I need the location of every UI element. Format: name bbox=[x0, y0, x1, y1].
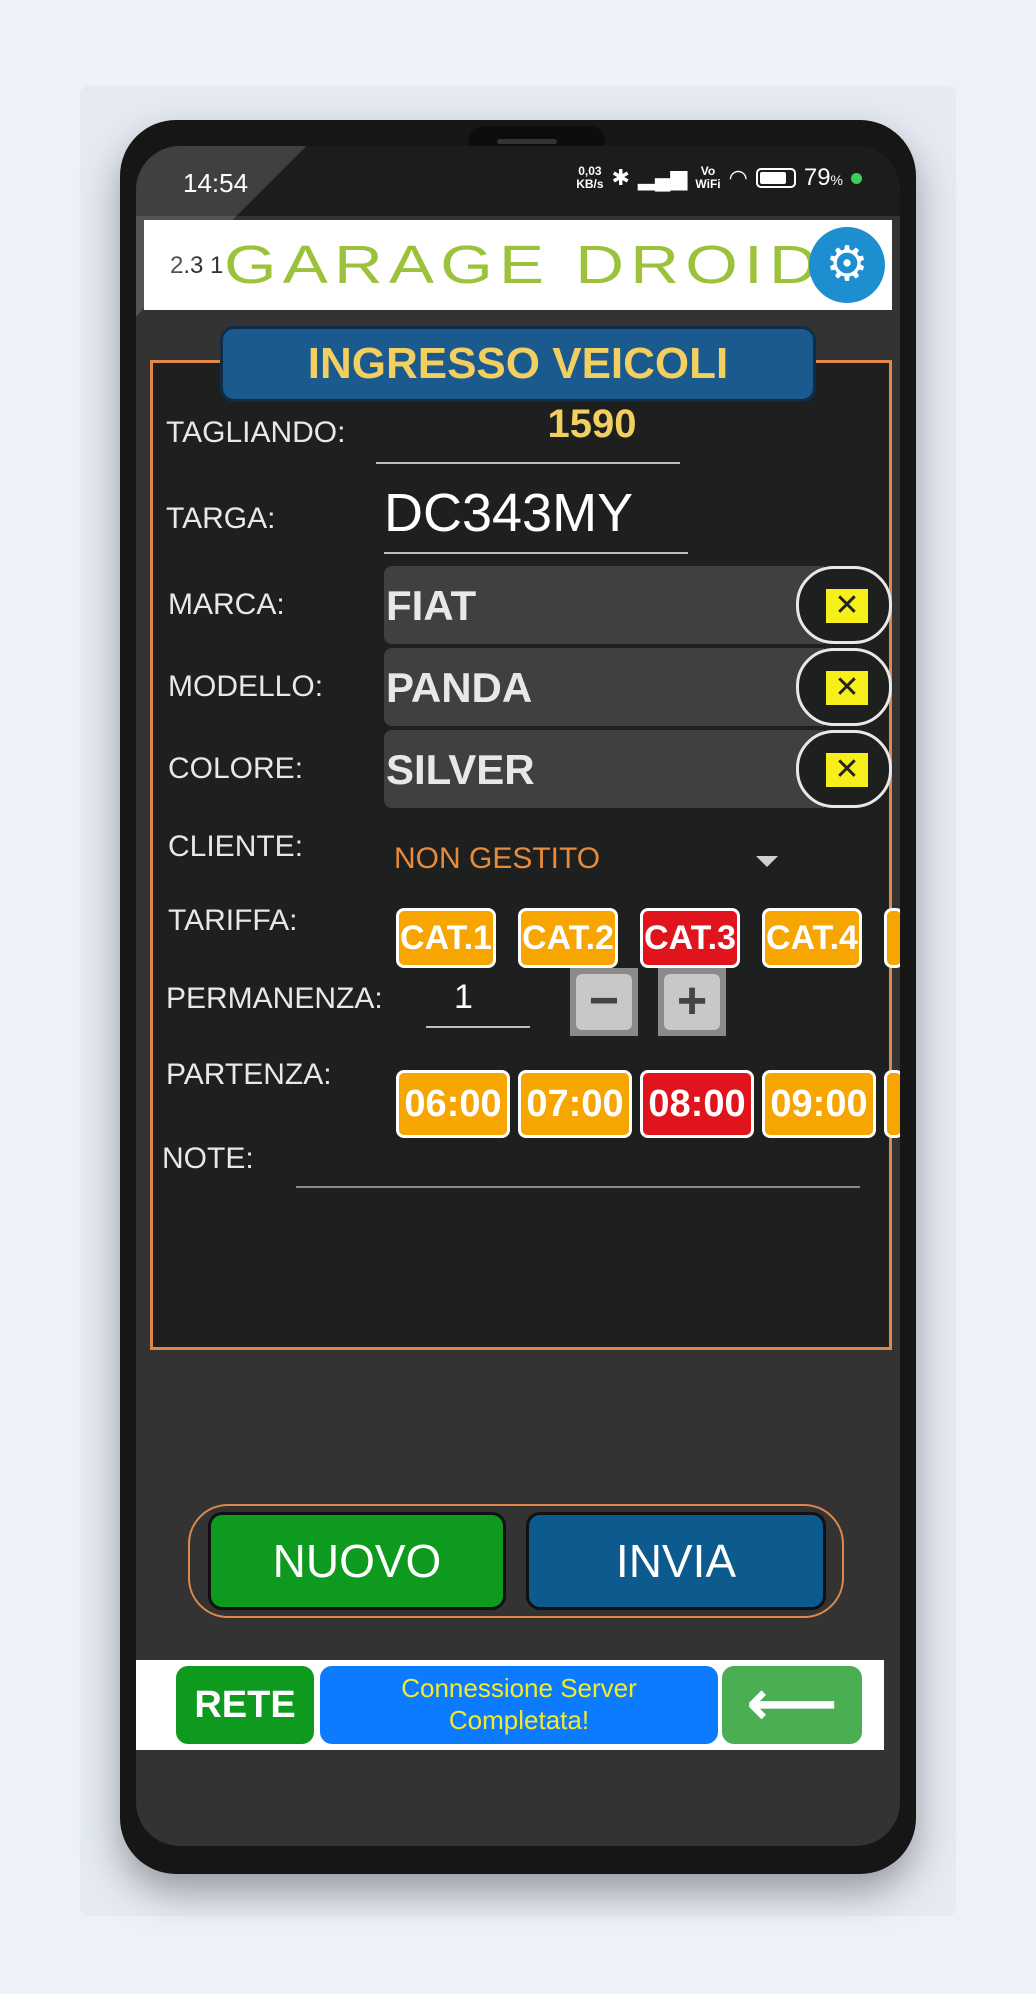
connection-status: Connessione Server Completata! bbox=[320, 1666, 718, 1744]
app-screen: 14:54 0,03 KB/s ✱ ▂▄▆ Vo WiFi ◠ 79% 2.3 1 … bbox=[136, 146, 900, 1846]
close-icon: ✕ bbox=[826, 671, 868, 705]
net-speed: 0,03 KB/s bbox=[576, 164, 604, 191]
status-time: 14:54 bbox=[183, 168, 249, 198]
note-label: NOTE: bbox=[162, 1142, 254, 1175]
partenza-label: PARTENZA: bbox=[166, 1058, 332, 1091]
note-underline bbox=[296, 1186, 860, 1188]
modello-label: MODELLO: bbox=[168, 670, 324, 703]
garage-droid-logo: GARAGE DROID bbox=[223, 235, 825, 295]
tagliando-underline bbox=[376, 462, 680, 464]
gear-icon: ⚙ bbox=[825, 238, 869, 291]
invia-button[interactable]: INVIA bbox=[526, 1512, 826, 1610]
back-button[interactable]: ⟵ bbox=[722, 1666, 862, 1744]
privacy-dot-icon bbox=[851, 172, 862, 184]
partenza-chip-0800[interactable]: 08:00 bbox=[640, 1070, 754, 1138]
targa-underline bbox=[384, 552, 688, 554]
battery-icon bbox=[755, 168, 796, 188]
clear-modello-button[interactable]: ✕ bbox=[796, 648, 892, 726]
tariffa-chip-cat2[interactable]: CAT.2 bbox=[518, 908, 618, 968]
chevron-down-icon bbox=[756, 856, 778, 867]
permanenza-label: PERMANENZA: bbox=[166, 982, 383, 1015]
clear-marca-button[interactable]: ✕ bbox=[796, 566, 892, 644]
colore-label: COLORE: bbox=[168, 752, 304, 785]
plus-icon: + bbox=[664, 974, 720, 1030]
minus-icon: − bbox=[576, 974, 632, 1030]
tariffa-chip-cat4[interactable]: CAT.4 bbox=[762, 908, 862, 968]
form-title: INGRESSO VEICOLI bbox=[220, 326, 816, 402]
wifi-icon: ◠ bbox=[728, 165, 748, 190]
arrow-left-icon: ⟵ bbox=[746, 1667, 838, 1739]
colore-value: SILVER bbox=[386, 746, 535, 793]
targa-label: TARGA: bbox=[166, 502, 276, 535]
vowifi-icon: Vo WiFi bbox=[695, 164, 721, 191]
close-icon: ✕ bbox=[826, 589, 868, 623]
tagliando-label: TAGLIANDO: bbox=[166, 416, 346, 449]
status-icons: 0,03 KB/s ✱ ▂▄▆ Vo WiFi ◠ 79% bbox=[576, 164, 862, 192]
tariffa-label: TARIFFA: bbox=[168, 904, 298, 937]
phone-frame: 14:54 0,03 KB/s ✱ ▂▄▆ Vo WiFi ◠ 79% 2.3 1 … bbox=[120, 120, 916, 1874]
connection-status-line1: Connessione Server bbox=[401, 1673, 637, 1703]
footer-bar: RETE Connessione Server Completata! ⟵ bbox=[136, 1660, 884, 1750]
bluetooth-icon: ✱ bbox=[611, 165, 630, 190]
tariffa-chip-overflow[interactable] bbox=[884, 908, 900, 968]
status-bar: 14:54 0,03 KB/s ✱ ▂▄▆ Vo WiFi ◠ 79% bbox=[136, 146, 900, 216]
marca-field[interactable]: FIAT bbox=[384, 566, 824, 644]
modello-field[interactable]: PANDA bbox=[384, 648, 824, 726]
partenza-chip-0700[interactable]: 07:00 bbox=[518, 1070, 632, 1138]
clear-colore-button[interactable]: ✕ bbox=[796, 730, 892, 808]
tariffa-chip-cat3[interactable]: CAT.3 bbox=[640, 908, 740, 968]
permanenza-value: 1 bbox=[454, 978, 473, 1016]
modello-value: PANDA bbox=[386, 664, 533, 711]
decrement-button[interactable]: − bbox=[570, 968, 638, 1036]
marca-label: MARCA: bbox=[168, 588, 285, 621]
settings-button[interactable]: ⚙ bbox=[809, 227, 885, 303]
cliente-value: NON GESTITO bbox=[394, 842, 601, 875]
signal-icon: ▂▄▆ bbox=[637, 165, 688, 190]
permanenza-underline bbox=[426, 1026, 530, 1028]
colore-field[interactable]: SILVER bbox=[384, 730, 824, 808]
tariffa-chip-cat1[interactable]: CAT.1 bbox=[396, 908, 496, 968]
targa-value: DC343MY bbox=[384, 483, 634, 543]
app-header: 2.3 1 GARAGE DROID ⚙ bbox=[144, 220, 892, 310]
partenza-chip-0600[interactable]: 06:00 bbox=[396, 1070, 510, 1138]
battery-percent: 79% bbox=[803, 164, 843, 191]
rete-button[interactable]: RETE bbox=[176, 1666, 314, 1744]
tagliando-value: 1590 bbox=[547, 402, 637, 446]
increment-button[interactable]: + bbox=[658, 968, 726, 1036]
cliente-label: CLIENTE: bbox=[168, 830, 304, 863]
close-icon: ✕ bbox=[826, 753, 868, 787]
nuovo-button[interactable]: NUOVO bbox=[208, 1512, 506, 1610]
marca-value: FIAT bbox=[386, 582, 477, 629]
connection-status-line2: Completata! bbox=[448, 1705, 590, 1735]
partenza-chip-0900[interactable]: 09:00 bbox=[762, 1070, 876, 1138]
partenza-chip-overflow[interactable] bbox=[884, 1070, 900, 1138]
